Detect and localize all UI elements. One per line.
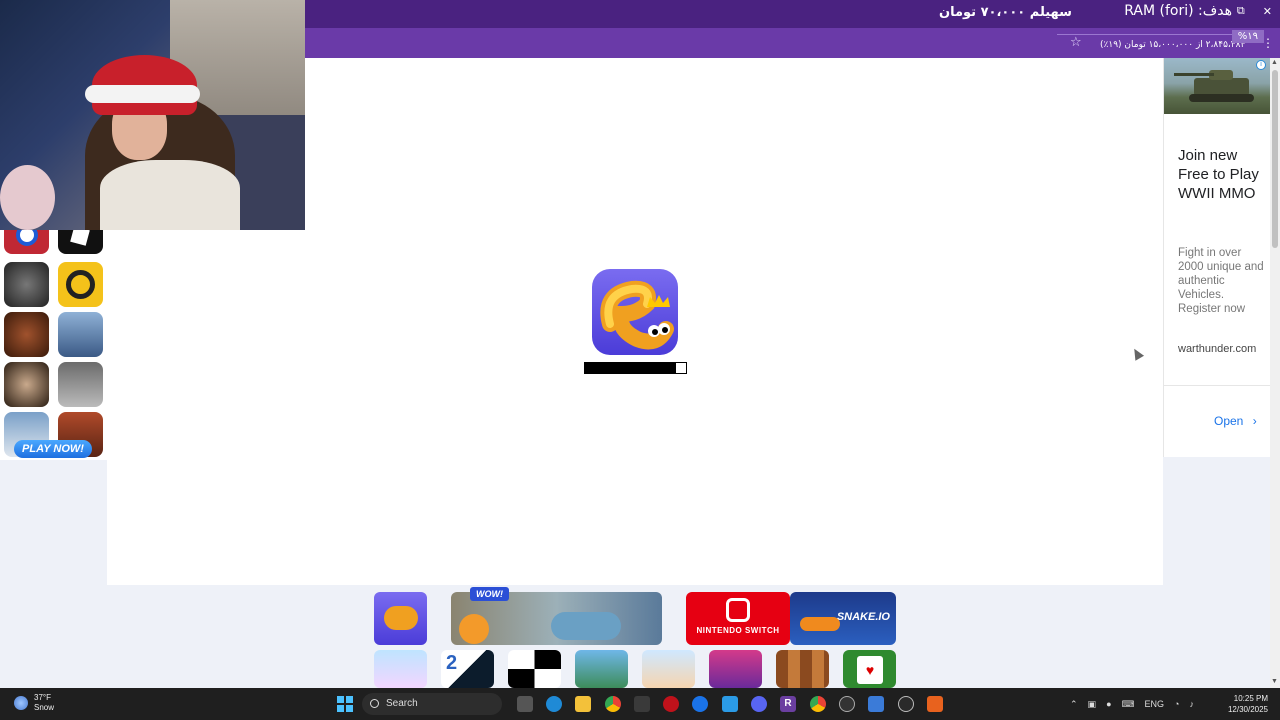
system-tray: ⌃ ▣ ● ⌨ ENG ◔ ♪ [1070, 688, 1194, 720]
stream-banner: سهیلم ۷۰،۰۰۰ تومان هدف: RAM (fori) ⧉ ✕ [305, 0, 1280, 28]
recorder-icon[interactable] [663, 696, 679, 712]
more-game-2048[interactable]: 2 [441, 650, 494, 688]
banner-goal-text: هدف: RAM (fori) [1124, 3, 1232, 19]
weather-description: Snow [34, 703, 55, 712]
game-thumb-car[interactable] [58, 312, 103, 357]
ad-info-icon[interactable]: i [1256, 60, 1266, 70]
more-game-ear[interactable] [642, 650, 695, 688]
more-game-nintendo[interactable]: NINTENDO SWITCH [686, 592, 790, 645]
banner-donation-text: سهیلم ۷۰،۰۰۰ تومان [939, 5, 1072, 20]
store-icon[interactable] [634, 696, 650, 712]
more-game-wood-block[interactable] [776, 650, 829, 688]
search-label: Search [386, 698, 418, 709]
game-thumb-captain[interactable] [4, 230, 49, 254]
discord-icon[interactable] [751, 696, 767, 712]
more-game-snakeio[interactable]: SNAKE.IO [790, 592, 896, 645]
microphone-icon[interactable]: ● [1106, 699, 1111, 709]
tile-2048-label: 2 [446, 652, 458, 674]
network-tray-icon[interactable]: ▣ [1088, 699, 1097, 710]
more-game-unicorn[interactable] [374, 650, 427, 688]
steam-icon[interactable] [839, 696, 855, 712]
page-scrollbar[interactable]: ▲ ▼ [1270, 58, 1280, 688]
game-thumb-freddy[interactable] [4, 312, 49, 357]
game-thumb-baby[interactable] [4, 362, 49, 407]
game-thumb-granny[interactable] [4, 262, 49, 307]
bookmark-star-icon[interactable]: ☆ [1070, 34, 1082, 50]
vlc-icon[interactable] [927, 696, 943, 712]
loading-progress-bar [584, 362, 687, 374]
ad-description: Fight in over 2000 unique and authentic … [1178, 247, 1264, 315]
scroll-down-icon[interactable]: ▼ [1271, 678, 1278, 685]
ad-open-label: Open [1214, 414, 1244, 428]
edge-browser-icon[interactable] [546, 696, 562, 712]
nintendo-label: NINTENDO SWITCH [696, 626, 780, 635]
play-now-button[interactable]: PLAY NOW! [14, 440, 92, 458]
heart-card-icon: ♥ [857, 656, 883, 684]
more-game-amongus[interactable] [575, 650, 628, 688]
task-view-icon[interactable] [517, 696, 533, 712]
webcam-flowers [0, 165, 55, 230]
chevron-right-icon: › [1252, 414, 1257, 428]
chevron-up-icon[interactable]: ⌃ [1070, 699, 1078, 710]
slither-game-icon [592, 269, 678, 355]
telegram-icon[interactable] [722, 696, 738, 712]
wow-badge: WOW! [470, 587, 509, 601]
webcam-sweater [100, 160, 240, 230]
ad-panel[interactable]: i Join new Free to Play WWII MMO Fight i… [1163, 58, 1271, 457]
webcam-overlay [0, 0, 305, 230]
scrollbar-thumb[interactable] [1272, 70, 1278, 248]
right-panel-background [1163, 457, 1270, 688]
game-thumb-block[interactable] [58, 362, 103, 407]
mouse-cursor [1129, 346, 1145, 361]
chrome-active-icon[interactable] [810, 696, 826, 712]
r-app-icon[interactable]: R [780, 696, 796, 712]
restore-icon[interactable]: ⧉ [1237, 5, 1245, 18]
close-icon[interactable]: ✕ [1263, 5, 1272, 18]
browser-toolbar: ☆ ۲،۸۴۵،۴۸۴ از ۱۵،۰۰۰،۰۰۰ تومان (۱۹٪) %۱… [305, 28, 1280, 58]
more-game-slither[interactable] [374, 592, 427, 645]
donation-progress-text: ۲،۸۴۵،۴۸۴ از ۱۵،۰۰۰،۰۰۰ تومان (۱۹٪) [1100, 40, 1246, 50]
ad-divider [1164, 385, 1271, 386]
game-thumb-roblox[interactable] [58, 230, 103, 254]
windows-taskbar: 37°F Snow Search R ⌃ ▣ ● ⌨ ENG ◔ ♪ 10:25… [0, 688, 1280, 720]
wifi-icon[interactable]: ◔ [1174, 699, 1179, 709]
webcam-hat-trim [85, 85, 200, 103]
ad-domain[interactable]: warthunder.com [1178, 343, 1256, 355]
vpn-app-icon[interactable] [692, 696, 708, 712]
percent-badge: %۱۹ [1231, 30, 1264, 43]
remote-desktop-icon[interactable] [868, 696, 884, 712]
keyboard-icon[interactable]: ⌨ [1122, 699, 1135, 710]
ad-headline[interactable]: Join new Free to Play WWII MMO [1178, 146, 1266, 203]
more-game-piano-tiles[interactable] [508, 650, 561, 688]
search-icon [370, 699, 379, 708]
scroll-up-icon[interactable]: ▲ [1271, 59, 1278, 66]
more-game-tower[interactable] [709, 650, 762, 688]
weather-widget[interactable]: 37°F Snow [14, 693, 54, 713]
taskbar-search-box[interactable]: Search [362, 693, 502, 715]
snow-weather-icon [14, 696, 28, 710]
clock-date: 12/30/2025 [1227, 705, 1268, 714]
file-explorer-icon[interactable] [575, 696, 591, 712]
chrome-icon[interactable] [605, 696, 621, 712]
weather-temperature: 37°F [34, 693, 51, 702]
volume-icon[interactable]: ♪ [1189, 699, 1194, 709]
game-thumb-brawl[interactable] [58, 262, 103, 307]
windows-start-icon[interactable] [337, 696, 353, 712]
clock-time: 10:25 PM [1233, 694, 1268, 703]
media-player-icon[interactable] [898, 696, 914, 712]
language-indicator[interactable]: ENG [1145, 699, 1165, 709]
more-game-solitaire[interactable]: ♥ [843, 650, 896, 688]
snakeio-label: SNAKE.IO [836, 611, 890, 623]
ad-tank-image[interactable] [1164, 58, 1271, 114]
taskbar-clock[interactable]: 10:25 PM 12/30/2025 [1228, 693, 1268, 715]
ad-open-button[interactable]: Open › [1214, 414, 1257, 428]
menu-dots-icon[interactable]: ⋮ [1262, 36, 1274, 50]
window-controls: ⧉ ✕ [1237, 5, 1272, 18]
left-panel-background [0, 460, 107, 688]
loading-progress-fill [585, 363, 676, 373]
